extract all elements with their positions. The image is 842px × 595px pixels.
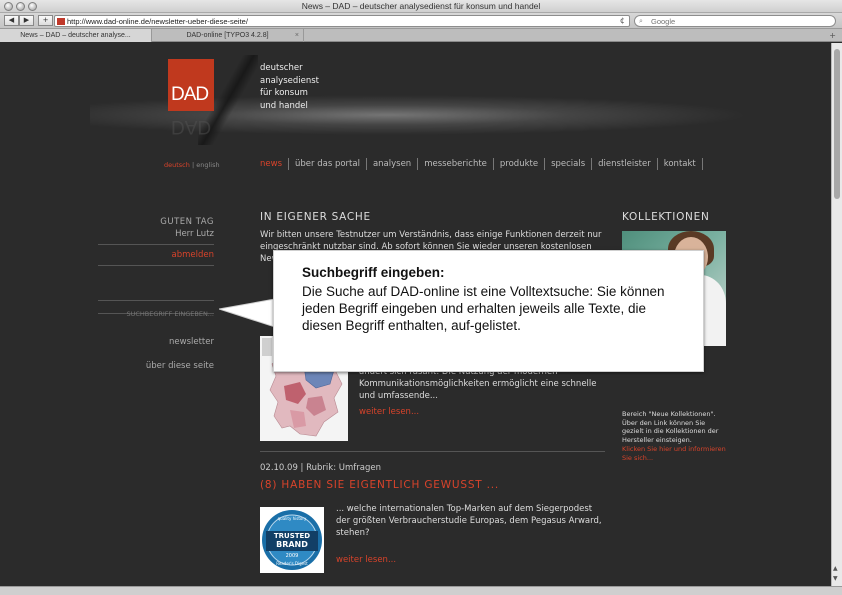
tab-bar: News – DAD – deutscher analyse... DAD-on… xyxy=(0,29,842,42)
nav-news[interactable]: news xyxy=(260,158,289,170)
status-bar xyxy=(0,586,842,595)
collection-link[interactable]: Klicken Sie hier und informieren Sie sic… xyxy=(622,445,727,462)
article-teaser: ... welche internationalen Top-Marken au… xyxy=(336,504,602,538)
tab-label: DAD-online [TYPO3 4.2.8] xyxy=(186,32,269,39)
trusted-brand-badge[interactable]: quality history TRUSTED BRAND 2009 Reade… xyxy=(260,507,324,573)
callout-title: Suchbegriff eingeben: xyxy=(302,265,445,280)
site-logo[interactable]: DAD xyxy=(168,59,214,111)
back-button[interactable]: ◀ xyxy=(4,15,19,26)
tab-typo3[interactable]: DAD-online [TYPO3 4.2.8] × xyxy=(152,29,304,42)
lang-separator: | xyxy=(191,161,195,169)
article-divider xyxy=(260,451,605,452)
badge-graphic: quality history TRUSTED BRAND 2009 Reade… xyxy=(262,510,322,570)
article-title[interactable]: (8) HABEN SIE EIGENTLICH GEWUSST ... xyxy=(260,479,499,491)
browser-search-input[interactable] xyxy=(651,17,821,26)
search-icon: ⌕ xyxy=(639,17,643,25)
badge-year: 2009 xyxy=(286,553,299,559)
new-tab-icon[interactable]: + xyxy=(829,29,836,42)
badge-top-text: quality history xyxy=(278,516,307,521)
close-tab-icon[interactable]: × xyxy=(295,29,299,42)
nav-messeberichte[interactable]: messeberichte xyxy=(418,158,494,170)
reload-icon[interactable]: ¢ xyxy=(620,16,625,25)
article-meta: 02.10.09 | Rubrik: Umfragen xyxy=(260,463,381,473)
address-bar[interactable]: http://www.dad-online.de/newsletter-uebe… xyxy=(54,15,630,27)
read-more-link[interactable]: weiter lesen... xyxy=(359,407,419,417)
logout-link[interactable]: abmelden xyxy=(98,250,215,260)
collection-text: Bereich "Neue Kollektionen". Über den Li… xyxy=(622,410,719,444)
help-callout: Suchbegriff eingeben: Die Suche auf DAD-… xyxy=(273,250,704,372)
site-search-input[interactable] xyxy=(98,308,214,320)
window-title: News – DAD – deutscher analysedienst für… xyxy=(301,1,541,11)
badge-line1: TRUSTED xyxy=(274,532,310,540)
main-navigation: news über das portal analysen messeberic… xyxy=(260,158,703,170)
tab-label: News – DAD – deutscher analyse... xyxy=(20,32,131,39)
site-tagline: deutscher analysedienst für konsum und h… xyxy=(260,62,319,112)
add-bookmark-button[interactable]: + xyxy=(38,15,53,26)
user-name: Herr Lutz xyxy=(175,229,214,239)
tagline-line: deutscher xyxy=(260,63,303,73)
sidebar-divider xyxy=(98,265,214,266)
lang-deutsch[interactable]: deutsch xyxy=(164,161,190,169)
scroll-down-icon[interactable]: ▼ xyxy=(833,575,838,582)
browser-window: News – DAD – deutscher analysedienst für… xyxy=(0,0,842,595)
vertical-scrollbar[interactable]: ▲ ▼ xyxy=(831,43,842,586)
forward-button[interactable]: ▶ xyxy=(19,15,34,26)
browser-search-field[interactable]: ⌕ xyxy=(634,15,836,27)
badge-line2: BRAND xyxy=(276,540,308,549)
sidebar-link-about[interactable]: über diese seite xyxy=(146,361,214,371)
title-bar: News – DAD – deutscher analysedienst für… xyxy=(0,0,842,13)
web-page: DAD DAD deutscher analysedienst für kons… xyxy=(0,43,831,586)
url-text: http://www.dad-online.de/newsletter-uebe… xyxy=(67,17,248,26)
nav-specials[interactable]: specials xyxy=(545,158,593,170)
language-switch: deutsch | english xyxy=(164,161,220,169)
tagline-line: für konsum xyxy=(260,88,308,98)
sidebar-link-newsletter[interactable]: newsletter xyxy=(169,337,214,347)
logo-text: DAD xyxy=(171,84,209,105)
sidebar-divider xyxy=(98,244,214,245)
nav-ueber-das-portal[interactable]: über das portal xyxy=(289,158,367,170)
sidebar: GUTEN TAG Herr Lutz abmelden newsletter … xyxy=(98,217,215,371)
tab-news[interactable]: News – DAD – deutscher analyse... xyxy=(0,29,152,42)
nav-analysen[interactable]: analysen xyxy=(367,158,419,170)
favicon-icon xyxy=(57,18,65,25)
section-title: IN EIGENER SACHE xyxy=(260,211,371,223)
right-column: KOLLEKTIONEN Bereich "Neue Kollektionen"… xyxy=(622,211,727,462)
tagline-line: analysedienst xyxy=(260,75,319,86)
site-search-field[interactable] xyxy=(98,300,214,320)
nav-dienstleister[interactable]: dienstleister xyxy=(592,158,658,170)
greeting: GUTEN TAG xyxy=(160,217,214,227)
lang-english[interactable]: english xyxy=(196,161,219,169)
tagline-line: und handel xyxy=(260,100,308,111)
read-more-link[interactable]: weiter lesen... xyxy=(336,555,396,565)
callout-body: Die Suche auf DAD-online ist eine Vollte… xyxy=(302,284,665,333)
nav-kontakt[interactable]: kontakt xyxy=(658,158,703,170)
browser-toolbar: ◀ ▶ + http://www.dad-online.de/newslette… xyxy=(0,13,842,29)
callout-pointer xyxy=(219,298,275,328)
scroll-up-icon[interactable]: ▲ xyxy=(833,565,838,572)
badge-bottom-text: Reader's Digest xyxy=(276,561,308,566)
scrollbar-thumb[interactable] xyxy=(834,49,840,199)
section-title: KOLLEKTIONEN xyxy=(622,211,710,223)
logo-reflection: DAD xyxy=(171,116,212,137)
nav-produkte[interactable]: produkte xyxy=(494,158,546,170)
